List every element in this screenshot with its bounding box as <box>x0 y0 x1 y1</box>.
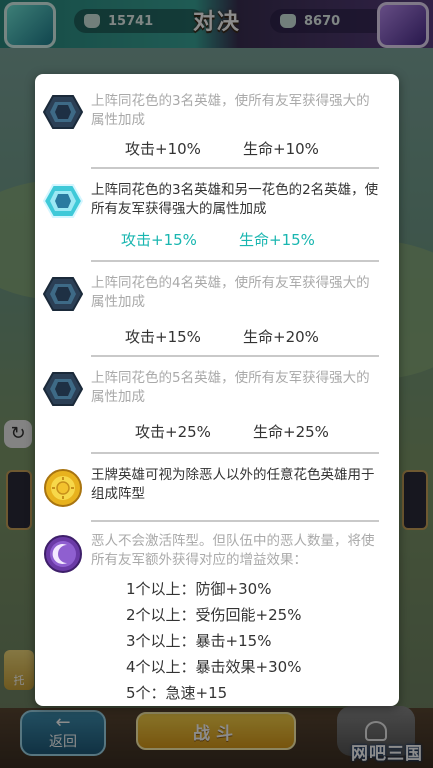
life-bonus: 生命+20% <box>243 328 319 346</box>
hexagon-emblem-icon <box>43 371 83 407</box>
attack-bonus: 攻击+15% <box>125 328 201 346</box>
synergy-stats: 攻击+15% 生命+20% <box>91 326 379 347</box>
synergy-description: 上阵同花色的4名英雄，使所有友军获得强大的属性加成 <box>91 275 370 310</box>
villain-bonus-item: 2个以上：受伤回能+25% <box>126 606 302 624</box>
villain-bonus-item: 5个：急速+15 <box>126 684 228 702</box>
synergy-item-active: 上阵同花色的3名英雄和另一花色的2名英雄，使所有友军获得强大的属性加成 攻击+1… <box>43 181 379 250</box>
divider <box>91 355 379 357</box>
ace-description: 王牌英雄可视为除恶人以外的任意花色英雄用于组成阵型 <box>91 467 375 502</box>
divider <box>91 452 379 454</box>
divider <box>91 520 379 522</box>
villain-bonus-item: 1个以上：防御+30% <box>126 580 272 598</box>
villain-bonus-item: 3个以上：暴击+15% <box>126 632 272 650</box>
villain-description: 恶人不会激活阵型。但队伍中的恶人数量，将使所有友军额外获得对应的增益效果： <box>91 533 375 568</box>
synergy-stats: 攻击+25% 生命+25% <box>91 421 379 442</box>
villain-rule: 恶人不会激活阵型。但队伍中的恶人数量，将使所有友军额外获得对应的增益效果： 1个… <box>43 532 379 706</box>
hexagon-emblem-icon <box>43 94 83 130</box>
synergy-item: 上阵同花色的4名英雄，使所有友军获得强大的属性加成 攻击+15% 生命+20% <box>43 274 379 347</box>
synergy-description: 上阵同花色的3名英雄和另一花色的2名英雄，使所有友军获得强大的属性加成 <box>91 182 379 217</box>
hexagon-emblem-icon <box>43 276 83 312</box>
moon-emblem-icon <box>43 534 83 573</box>
life-bonus: 生命+25% <box>253 423 329 441</box>
synergy-description: 上阵同花色的5名英雄，使所有友军获得强大的属性加成 <box>91 370 370 405</box>
sun-emblem-icon <box>43 468 83 507</box>
ace-rule: 王牌英雄可视为除恶人以外的任意花色英雄用于组成阵型 <box>43 466 379 508</box>
attack-bonus: 攻击+15% <box>121 231 197 249</box>
synergy-item: 上阵同花色的5名英雄，使所有友军获得强大的属性加成 攻击+25% 生命+25% <box>43 369 379 442</box>
attack-bonus: 攻击+25% <box>135 423 211 441</box>
synergy-info-panel: 上阵同花色的3名英雄，使所有友军获得强大的属性加成 攻击+10% 生命+10% … <box>35 74 399 706</box>
synergy-stats: 攻击+15% 生命+15% <box>91 229 379 250</box>
synergy-item: 上阵同花色的3名英雄，使所有友军获得强大的属性加成 攻击+10% 生命+10% <box>43 92 379 159</box>
hexagon-emblem-glowing-icon <box>43 183 83 219</box>
synergy-stats: 攻击+10% 生命+10% <box>91 138 379 159</box>
divider <box>91 260 379 262</box>
attack-bonus: 攻击+10% <box>125 140 201 158</box>
villain-bonus-item: 4个以上：暴击效果+30% <box>126 658 302 676</box>
life-bonus: 生命+15% <box>239 231 315 249</box>
divider <box>91 167 379 169</box>
villain-bonus-list: 1个以上：防御+30% 2个以上：受伤回能+25% 3个以上：暴击+15% 4个… <box>91 576 379 706</box>
life-bonus: 生命+10% <box>243 140 319 158</box>
synergy-description: 上阵同花色的3名英雄，使所有友军获得强大的属性加成 <box>91 93 370 128</box>
